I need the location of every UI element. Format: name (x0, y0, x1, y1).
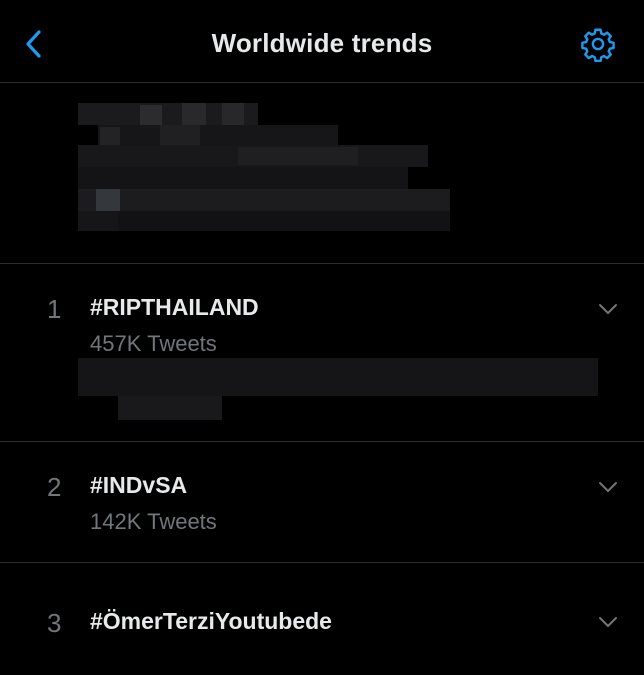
chevron-down-icon[interactable] (596, 610, 620, 634)
trend-item-3[interactable]: 3 #ÖmerTerziYoutubede (0, 563, 644, 675)
trend-name: #RIPTHAILAND (90, 294, 259, 320)
trend-item-1[interactable]: 1 #RIPTHAILAND 457K Tweets (0, 264, 644, 442)
trend-item-2[interactable]: 2 #INDvSA 142K Tweets (0, 442, 644, 563)
trend-name: #ÖmerTerziYoutubede (90, 608, 332, 634)
trend-tweet-count: 142K Tweets (90, 509, 217, 534)
chevron-down-icon[interactable] (596, 475, 620, 499)
gear-icon (581, 28, 615, 62)
settings-button[interactable] (576, 22, 620, 66)
trend-tweet-count: 457K Tweets (90, 331, 217, 356)
pixelated-context-2 (118, 396, 222, 420)
trend-rank: 3 (47, 608, 62, 638)
chevron-down-icon[interactable] (596, 297, 620, 321)
trend-name: #INDvSA (90, 472, 188, 498)
trend-rank: 2 (47, 472, 62, 502)
top-bar: Worldwide trends (0, 0, 644, 83)
page-title: Worldwide trends (211, 28, 433, 58)
trend-rank: 1 (47, 294, 62, 324)
promoted-trend-pixelated[interactable] (0, 83, 644, 264)
pixelated-context (78, 358, 598, 396)
